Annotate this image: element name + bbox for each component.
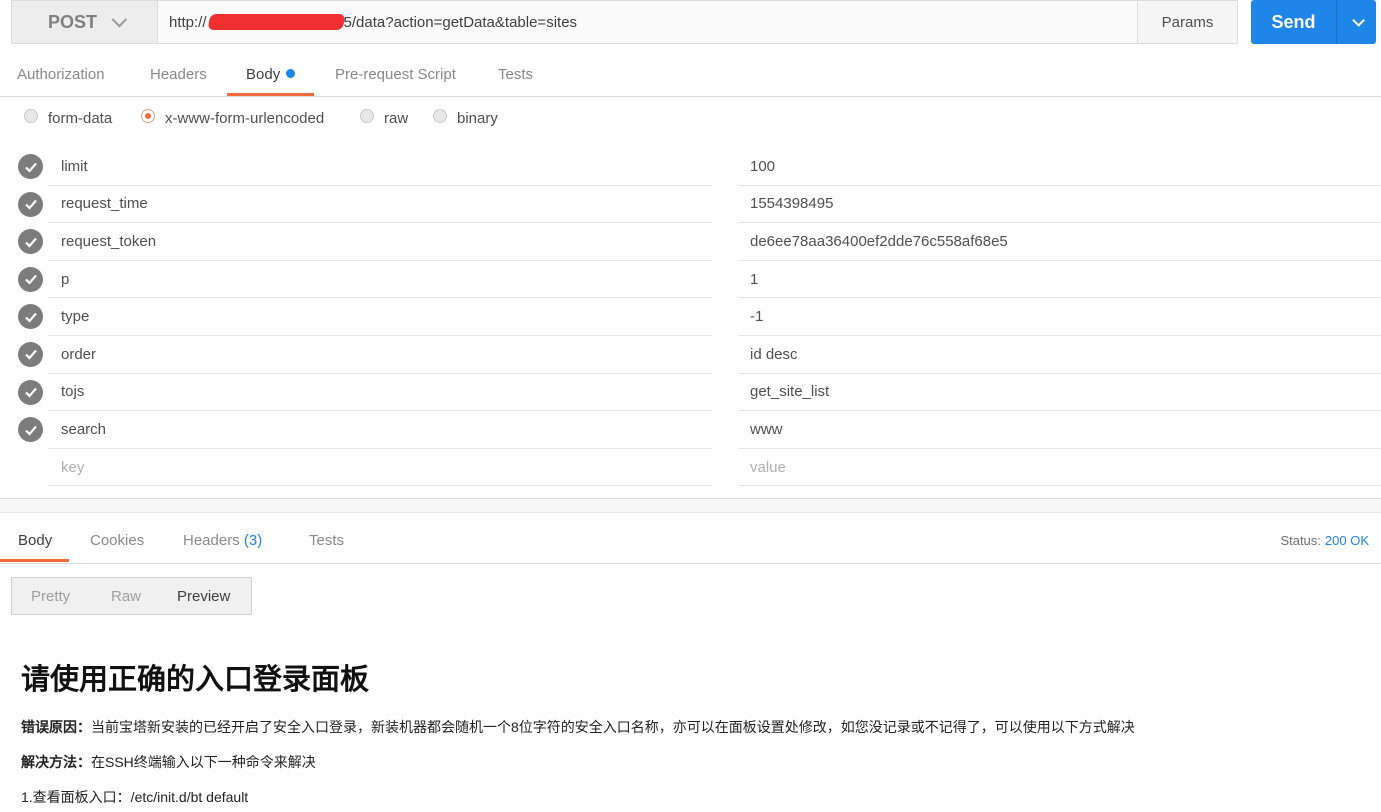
radio-binary[interactable]: binary <box>433 108 498 127</box>
radio-raw[interactable]: raw <box>360 108 409 127</box>
param-value[interactable]: de6ee78aa36400ef2dde76c558af68e5 <box>738 223 1381 261</box>
modified-dot-icon <box>286 69 296 78</box>
preview-title: 请使用正确的入口登录面板 <box>21 664 370 696</box>
param-value[interactable]: 1 <box>738 261 1381 299</box>
preview-error-line: 错误原因：当前宝塔新安装的已经开启了安全入口登录，新装机器都会随机一个8位字符的… <box>21 717 1361 737</box>
checkmark-icon[interactable] <box>18 229 43 255</box>
view-raw-button[interactable]: Raw <box>111 588 141 605</box>
send-button[interactable]: Send <box>1251 0 1337 44</box>
param-key[interactable]: tojs <box>48 374 712 412</box>
param-value[interactable]: get_site_list <box>738 374 1381 412</box>
param-value[interactable]: -1 <box>738 298 1381 336</box>
param-key[interactable]: p <box>48 261 712 299</box>
method-label: POST <box>48 11 98 32</box>
new-param-row: key value <box>0 449 1381 487</box>
error-text: 当前宝塔新安装的已经开启了安全入口登录，新装机器都会随机一个8位字符的安全入口名… <box>91 719 1135 735</box>
view-mode-group: Pretty Raw Preview <box>11 577 252 615</box>
method-select[interactable]: POST <box>12 1 158 43</box>
param-value[interactable]: 1554398495 <box>738 186 1381 224</box>
response-tab-headers[interactable]: Headers (3) <box>183 522 262 562</box>
tab-authorization[interactable]: Authorization <box>17 56 105 96</box>
error-label: 错误原因： <box>21 719 91 735</box>
param-key[interactable]: request_token <box>48 223 712 261</box>
view-preview-button[interactable]: Preview <box>177 588 230 605</box>
radio-circle-selected-icon <box>141 108 155 123</box>
tab-body-label: Body <box>246 66 281 83</box>
param-value[interactable]: id desc <box>738 336 1381 374</box>
radio-label: raw <box>384 110 409 127</box>
radio-circle-icon <box>360 108 374 123</box>
table-row: request_time 1554398495 <box>0 186 1381 224</box>
headers-count-badge: (3) <box>243 532 263 549</box>
table-row: tojs get_site_list <box>0 374 1381 412</box>
checkmark-icon[interactable] <box>18 304 43 330</box>
send-options-button[interactable] <box>1337 0 1376 44</box>
url-input[interactable]: http:// 5/data?action=getData&table=sites <box>158 1 1137 43</box>
radio-label: form-data <box>48 110 113 127</box>
param-key[interactable]: limit <box>48 148 712 186</box>
solution-text: 在SSH终端输入以下一种命令来解决 <box>91 754 316 770</box>
tab-tests[interactable]: Tests <box>498 56 533 96</box>
param-key[interactable]: order <box>48 336 712 374</box>
table-row: request_token de6ee78aa36400ef2dde76c558… <box>0 223 1381 261</box>
url-prefix: http:// <box>169 13 207 31</box>
request-bar: POST http:// 5/data?action=getData&table=… <box>11 0 1238 44</box>
radio-label: x-www-form-urlencoded <box>165 110 325 127</box>
param-value[interactable]: www <box>738 411 1381 449</box>
preview-step-1: 1.查看面板入口：/etc/init.d/bt default <box>21 789 249 805</box>
param-value[interactable]: 100 <box>738 148 1381 186</box>
table-row: type -1 <box>0 298 1381 336</box>
tab-headers[interactable]: Headers <box>150 56 207 96</box>
checkmark-icon[interactable] <box>18 341 43 367</box>
radio-urlencoded[interactable]: x-www-form-urlencoded <box>141 108 325 127</box>
tab-pre-request-script[interactable]: Pre-request Script <box>335 56 456 96</box>
checkmark-icon[interactable] <box>18 379 43 405</box>
body-mode-group: form-data x-www-form-urlencoded raw bina… <box>0 100 1381 140</box>
checkmark-icon[interactable] <box>18 154 43 179</box>
new-key-input[interactable]: key <box>48 449 712 487</box>
tab-body[interactable]: Body <box>226 56 315 96</box>
url-suffix: 5/data?action=getData&table=sites <box>343 13 578 31</box>
response-tab-cookies[interactable]: Cookies <box>90 522 144 562</box>
checkmark-icon[interactable] <box>18 417 43 443</box>
response-tabs: Body Cookies Headers (3) Tests Status: 20… <box>0 522 1381 564</box>
radio-circle-icon <box>24 108 38 123</box>
radio-label: binary <box>457 110 498 127</box>
status-label: Status: <box>1280 533 1321 548</box>
params-button[interactable]: Params <box>1137 1 1237 43</box>
chevron-down-icon <box>111 11 128 27</box>
response-tab-body[interactable]: Body <box>0 522 70 562</box>
radio-circle-icon <box>433 108 447 123</box>
table-row: limit 100 <box>0 148 1381 186</box>
status-value: 200 OK <box>1324 533 1369 548</box>
new-value-input[interactable]: value <box>738 449 1381 487</box>
response-tab-tests[interactable]: Tests <box>309 522 344 562</box>
chevron-down-icon <box>1352 13 1365 27</box>
send-button-group: Send <box>1251 0 1376 44</box>
request-tabs: Authorization Headers Body Pre-request S… <box>0 56 1381 97</box>
param-key[interactable]: type <box>48 298 712 336</box>
body-params-table: limit 100 request_time 1554398495 reques… <box>0 148 1381 487</box>
redaction-mark <box>207 14 345 30</box>
response-preview: 请使用正确的入口登录面板 错误原因：当前宝塔新安装的已经开启了安全入口登录，新装… <box>21 660 1361 807</box>
param-key[interactable]: request_time <box>48 186 712 224</box>
param-key[interactable]: search <box>48 411 712 449</box>
table-row: order id desc <box>0 336 1381 374</box>
view-pretty-button[interactable]: Pretty <box>31 588 70 605</box>
response-status: Status: 200 OK <box>1280 533 1369 548</box>
checkmark-icon[interactable] <box>18 266 43 292</box>
table-row: search www <box>0 411 1381 449</box>
table-row: p 1 <box>0 261 1381 299</box>
pane-resize-handle[interactable] <box>0 498 1381 513</box>
radio-form-data[interactable]: form-data <box>24 108 113 127</box>
solution-label: 解决方法： <box>21 754 91 770</box>
response-tab-headers-label: Headers <box>183 532 240 549</box>
preview-solution-line: 解决方法：在SSH终端输入以下一种命令来解决 <box>21 752 1361 772</box>
checkmark-icon[interactable] <box>18 191 43 217</box>
